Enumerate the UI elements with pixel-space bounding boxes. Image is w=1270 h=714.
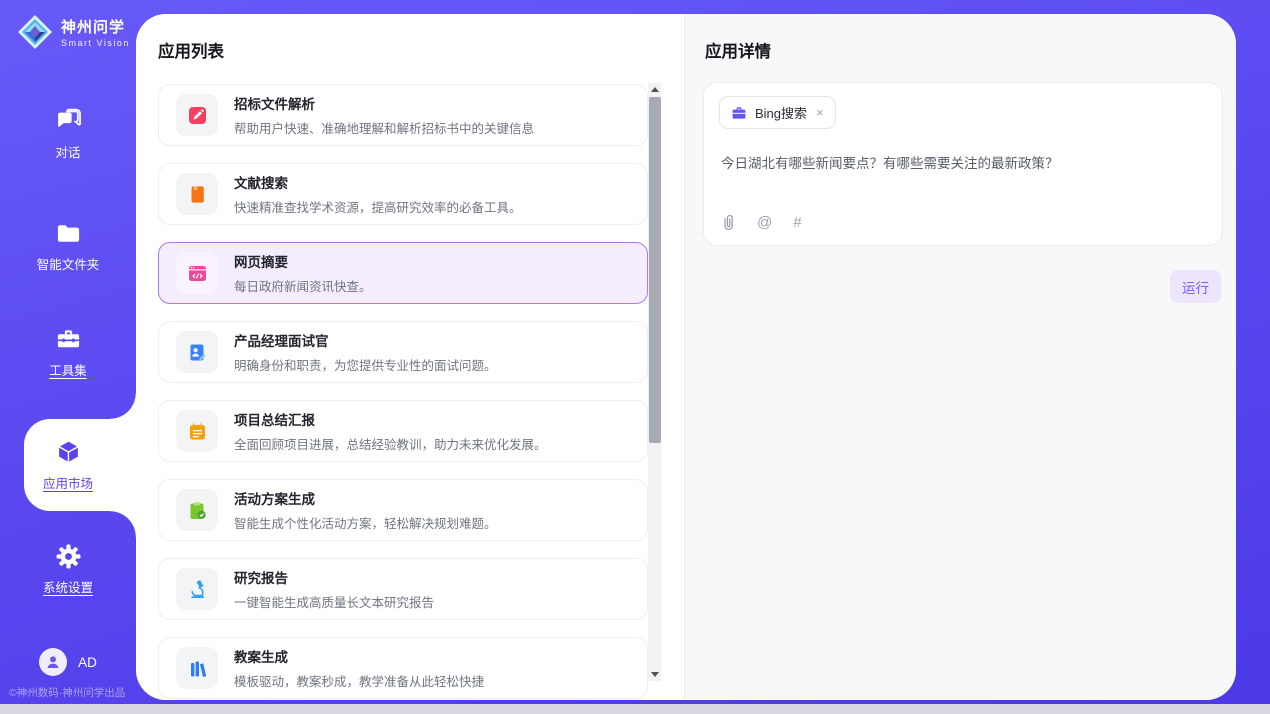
user-initials: AD (78, 655, 97, 670)
app-card-pm-interviewer[interactable]: 产品经理面试官 明确身份和职责，为您提供专业性的面试问题。 (158, 321, 648, 383)
app-card-web-summary[interactable]: 网页摘要 每日政府新闻资讯快查。 (158, 242, 648, 304)
brand-diamond-icon (16, 13, 54, 51)
lesson-plan-icon (176, 647, 218, 689)
app-card-title: 网页摘要 (234, 251, 372, 271)
run-button[interactable]: 运行 (1170, 270, 1221, 303)
chip-close-icon[interactable]: × (816, 105, 824, 120)
project-summary-icon (176, 410, 218, 452)
scroll-up-icon[interactable] (651, 87, 659, 92)
scroll-down-icon[interactable] (651, 672, 659, 677)
app-card-title: 活动方案生成 (234, 488, 497, 508)
app-detail-title: 应用详情 (705, 38, 771, 62)
brand-tagline: Smart Vision (61, 38, 130, 48)
paperclip-icon[interactable] (721, 214, 736, 231)
tender-parse-icon (176, 94, 218, 136)
app-card-event-plan[interactable]: 活动方案生成 智能生成个性化活动方案，轻松解决规划难题。 (158, 479, 648, 541)
window-bottom-edge (0, 704, 1270, 714)
attachment-toolbar: @ # (721, 214, 802, 231)
cube-icon (54, 437, 83, 466)
app-list-panel: 应用列表 招标文件解析 帮助用户快速、准确地理解和解析招标书中的关键信息 (136, 14, 684, 700)
sidebar-item-app-market[interactable]: 应用市场 (0, 437, 136, 492)
main-panel: 应用列表 招标文件解析 帮助用户快速、准确地理解和解析招标书中的关键信息 (136, 14, 1236, 700)
brand-logo: 神州问学 Smart Vision (16, 13, 130, 51)
sidebar-item-label: 工具集 (49, 360, 87, 379)
prompt-card: Bing搜索 × 今日湖北有哪些新闻要点？有哪些需要关注的最新政策？ @ # (703, 82, 1223, 246)
app-card-lesson-plan[interactable]: 教案生成 模板驱动，教案秒成，教学准备从此轻松快捷 (158, 637, 648, 699)
mention-icon[interactable]: @ (757, 214, 772, 231)
sidebar-item-chat[interactable]: 对话 (0, 108, 136, 161)
app-card-desc: 快速精准查找学术资源，提高研究效率的必备工具。 (234, 197, 522, 216)
sidebar-item-smart-folder[interactable]: 智能文件夹 (0, 220, 136, 273)
app-card-desc: 帮助用户快速、准确地理解和解析招标书中的关键信息 (234, 118, 534, 137)
app-card-title: 教案生成 (234, 646, 484, 666)
app-card-project-summary[interactable]: 项目总结汇报 全面回顾项目进展，总结经验教训，助力未来优化发展。 (158, 400, 648, 462)
event-plan-icon (176, 489, 218, 531)
literature-search-icon (176, 173, 218, 215)
copyright-footer: ©神州数码·神州问学出品 (9, 685, 125, 700)
app-card-title: 研究报告 (234, 567, 434, 587)
folder-icon (55, 220, 82, 247)
sidebar: 神州问学 Smart Vision 对话 智能文件夹 工具集 (0, 0, 136, 704)
research-report-icon (176, 568, 218, 610)
app-card-title: 产品经理面试官 (234, 330, 497, 350)
sidebar-item-settings[interactable]: 系统设置 (0, 543, 136, 596)
toolbox-icon (55, 326, 82, 353)
briefcase-icon (731, 105, 747, 121)
app-card-desc: 智能生成个性化活动方案，轻松解决规划难题。 (234, 513, 497, 532)
pm-interviewer-icon (176, 331, 218, 373)
query-text[interactable]: 今日湖北有哪些新闻要点？有哪些需要关注的最新政策？ (721, 152, 1201, 172)
sidebar-item-toolset[interactable]: 工具集 (0, 326, 136, 379)
app-card-research-report[interactable]: 研究报告 一键智能生成高质量长文本研究报告 (158, 558, 648, 620)
app-card-list: 招标文件解析 帮助用户快速、准确地理解和解析招标书中的关键信息 文献搜索 快速精… (158, 84, 648, 700)
app-card-desc: 全面回顾项目进展，总结经验教训，助力未来优化发展。 (234, 434, 547, 453)
sidebar-item-label: 智能文件夹 (37, 254, 100, 273)
app-card-desc: 明确身份和职责，为您提供专业性的面试问题。 (234, 355, 497, 374)
app-detail-panel: 应用详情 Bing搜索 × 今日湖北有哪些新闻要点？有哪些需要关注的最新政策？ … (684, 14, 1236, 700)
app-list-scrollbar[interactable] (648, 83, 661, 681)
app-card-literature-search[interactable]: 文献搜索 快速精准查找学术资源，提高研究效率的必备工具。 (158, 163, 648, 225)
gear-icon (55, 543, 82, 570)
tool-chip-label: Bing搜索 (755, 103, 807, 122)
app-card-tender-parse[interactable]: 招标文件解析 帮助用户快速、准确地理解和解析招标书中的关键信息 (158, 84, 648, 146)
hashtag-icon[interactable]: # (793, 214, 801, 231)
user-icon (45, 654, 61, 670)
app-card-title: 项目总结汇报 (234, 409, 547, 429)
scrollbar-thumb[interactable] (649, 97, 661, 443)
user-account[interactable]: AD (0, 648, 136, 676)
app-list-title: 应用列表 (158, 38, 224, 62)
chat-icon (55, 108, 82, 135)
app-card-title: 招标文件解析 (234, 93, 534, 113)
app-card-desc: 一键智能生成高质量长文本研究报告 (234, 592, 434, 611)
sidebar-item-label: 系统设置 (43, 577, 93, 596)
web-summary-icon (176, 252, 218, 294)
sidebar-item-label: 应用市场 (43, 473, 93, 492)
tool-chip-bing-search[interactable]: Bing搜索 × (719, 96, 836, 129)
sidebar-item-label: 对话 (55, 142, 80, 161)
brand-name: 神州问学 (61, 16, 130, 37)
avatar (39, 648, 67, 676)
app-card-title: 文献搜索 (234, 172, 522, 192)
app-card-desc: 模板驱动，教案秒成，教学准备从此轻松快捷 (234, 671, 484, 690)
app-card-desc: 每日政府新闻资讯快查。 (234, 276, 372, 295)
